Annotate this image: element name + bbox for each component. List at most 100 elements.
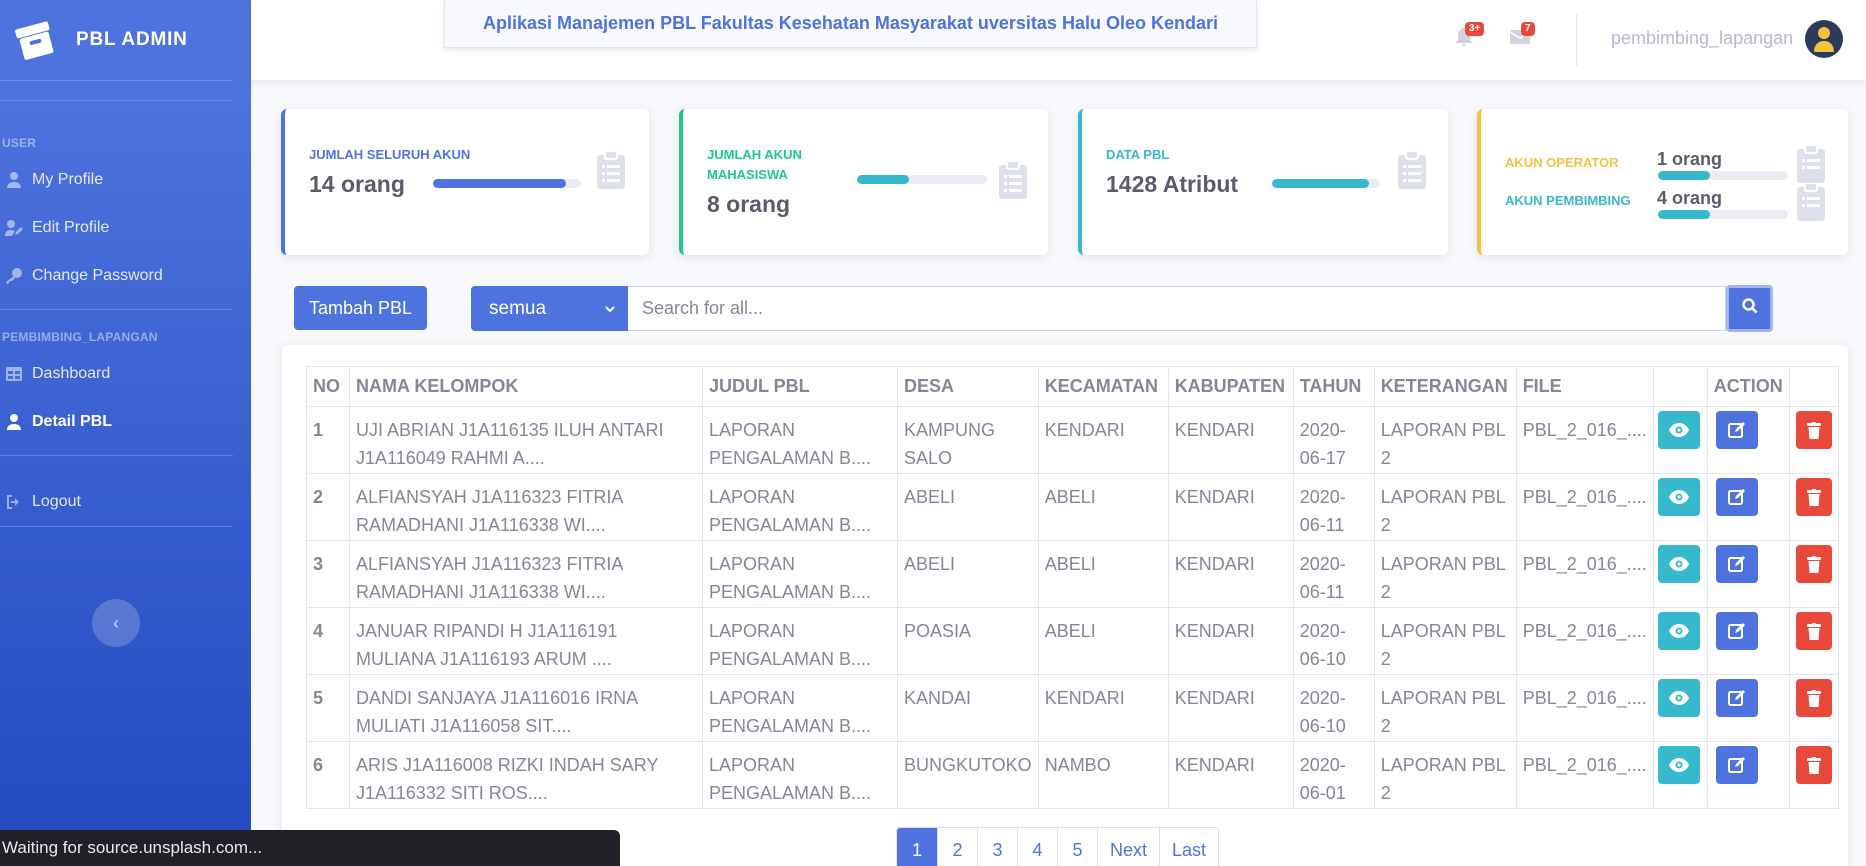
- column-header[interactable]: FILE: [1515, 366, 1654, 407]
- view-button[interactable]: [1657, 679, 1700, 717]
- avatar[interactable]: [1805, 20, 1843, 58]
- table-row: 4 JANUAR RIPANDI H J1A116191 MULIANA J1A…: [306, 607, 1839, 675]
- search-input[interactable]: [628, 286, 1726, 331]
- table-icon: [4, 367, 24, 381]
- delete-button[interactable]: [1795, 679, 1832, 717]
- delete-button[interactable]: [1795, 612, 1832, 650]
- column-header[interactable]: TAHUN: [1292, 366, 1375, 407]
- add-pbl-button[interactable]: Tambah PBL: [294, 286, 427, 330]
- sidebar-toggle-button[interactable]: ‹: [92, 599, 140, 647]
- archive-icon: [14, 19, 56, 61]
- edit-button[interactable]: [1715, 411, 1758, 449]
- filter-select[interactable]: semua: [471, 286, 628, 331]
- eye-icon: [1668, 557, 1689, 571]
- cell-nama-kelompok: ALFIANSYAH J1A116323 FITRIA RAMADHANI J1…: [349, 473, 703, 541]
- trash-icon: [1806, 488, 1821, 506]
- sidebar-item-my-profile[interactable]: My Profile: [0, 156, 251, 204]
- card-pbl-data: DATA PBL 1428 Atribut: [1078, 109, 1448, 255]
- cell-file: PBL_2_016_....: [1515, 674, 1654, 742]
- view-button[interactable]: [1657, 746, 1700, 784]
- sidebar-item-label: Dashboard: [32, 365, 111, 382]
- cell-kabupaten: KENDARI: [1167, 741, 1294, 809]
- cell-tahun: 2020-06-17: [1292, 406, 1375, 474]
- page-3-link[interactable]: 3: [977, 828, 1017, 866]
- table-row: 6 ARIS J1A116008 RIZKI INDAH SARY J1A116…: [306, 741, 1839, 809]
- page-2-link[interactable]: 2: [937, 828, 977, 866]
- cell-kabupaten: KENDARI: [1167, 473, 1294, 541]
- cell-judul-pbl: LAPORAN PENGALAMAN B....: [702, 674, 898, 742]
- page-4-link[interactable]: 4: [1017, 828, 1057, 866]
- sidebar-item-detail-pbl[interactable]: Detail PBL: [0, 398, 251, 446]
- edit-button[interactable]: [1715, 545, 1758, 583]
- sidebar-item-dashboard[interactable]: Dashboard: [0, 350, 251, 398]
- edit-icon: [1727, 757, 1745, 773]
- trash-icon: [1806, 689, 1821, 707]
- view-button[interactable]: [1657, 411, 1700, 449]
- sidebar-item-change-password[interactable]: Change Password: [0, 252, 251, 300]
- progress-fill: [433, 179, 567, 188]
- edit-icon: [1727, 556, 1745, 572]
- edit-button[interactable]: [1715, 746, 1758, 784]
- cell-judul-pbl: LAPORAN PENGALAMAN B....: [702, 607, 898, 675]
- card-progress-bar: [433, 179, 581, 188]
- pbl-table: NO NAMA KELOMPOK JUDUL PBL DESA KECAMATA…: [306, 366, 1839, 809]
- cell-no: 6: [306, 741, 350, 809]
- edit-button[interactable]: [1715, 679, 1758, 717]
- username[interactable]: pembimbing_lapangan: [1611, 28, 1793, 49]
- cell-keterangan: LAPORAN PBL 2: [1373, 540, 1517, 608]
- cell-tahun: 2020-06-11: [1292, 473, 1375, 541]
- filter-selected-value: semua: [489, 297, 547, 319]
- delete-button[interactable]: [1795, 411, 1832, 449]
- sidebar-item-logout[interactable]: Logout: [0, 478, 251, 526]
- page-1-link[interactable]: 1: [897, 828, 937, 866]
- cell-desa: KANDAI: [897, 674, 1039, 742]
- last-page-link[interactable]: Last: [1159, 828, 1218, 866]
- search-button[interactable]: [1726, 285, 1773, 332]
- cell-kecamatan: ABELI: [1037, 540, 1169, 608]
- edit-button[interactable]: [1715, 612, 1758, 650]
- messages-button[interactable]: 7: [1507, 22, 1535, 52]
- card-operator-supervisor: AKUN OPERATOR 1 orang AKUN PEMBIMBING 4 …: [1477, 109, 1848, 255]
- cell-desa: KAMPUNG SALO: [897, 406, 1039, 474]
- progress-fill: [1658, 171, 1710, 180]
- cell-kecamatan: NAMBO: [1037, 741, 1169, 809]
- cell-kecamatan: ABELI: [1037, 607, 1169, 675]
- column-header[interactable]: KECAMATAN: [1037, 366, 1169, 407]
- edit-button[interactable]: [1715, 478, 1758, 516]
- delete-button[interactable]: [1795, 545, 1832, 583]
- column-header[interactable]: KETERANGAN: [1373, 366, 1517, 407]
- chevron-down-icon: [604, 299, 616, 321]
- divider: [0, 526, 233, 527]
- alerts-button[interactable]: 3+: [1451, 22, 1485, 52]
- column-header[interactable]: DESA: [897, 366, 1039, 407]
- cell-delete: [1788, 607, 1839, 675]
- cell-edit: [1706, 540, 1790, 608]
- column-header[interactable]: NAMA KELOMPOK: [349, 366, 703, 407]
- column-header[interactable]: NO: [306, 366, 350, 407]
- delete-button[interactable]: [1795, 746, 1832, 784]
- sidebar-brand[interactable]: PBL ADMIN: [0, 0, 251, 80]
- view-button[interactable]: [1657, 545, 1700, 583]
- cell-file: PBL_2_016_....: [1515, 607, 1654, 675]
- card-value-operator: 1 orang: [1657, 149, 1723, 169]
- key-icon: [4, 268, 24, 284]
- brand-name: PBL ADMIN: [76, 29, 188, 50]
- trash-icon: [1806, 421, 1821, 439]
- sidebar-item-edit-profile[interactable]: Edit Profile: [0, 204, 251, 252]
- view-button[interactable]: [1657, 478, 1700, 516]
- delete-button[interactable]: [1795, 478, 1832, 516]
- page-5-link[interactable]: 5: [1057, 828, 1097, 866]
- cell-edit: [1706, 741, 1790, 809]
- view-button[interactable]: [1657, 612, 1700, 650]
- next-page-link[interactable]: Next: [1097, 828, 1159, 866]
- cell-keterangan: LAPORAN PBL 2: [1373, 674, 1517, 742]
- cell-no: 3: [306, 540, 350, 608]
- table-row: 5 DANDI SANJAYA J1A116016 IRNA MULIATI J…: [306, 674, 1839, 742]
- eye-icon: [1668, 624, 1689, 638]
- card-progress-bar: [1658, 171, 1788, 180]
- edit-icon: [1727, 623, 1745, 639]
- cell-delete: [1788, 741, 1839, 809]
- column-header[interactable]: KABUPATEN: [1167, 366, 1294, 407]
- progress-fill: [857, 175, 909, 184]
- column-header[interactable]: JUDUL PBL: [702, 366, 898, 407]
